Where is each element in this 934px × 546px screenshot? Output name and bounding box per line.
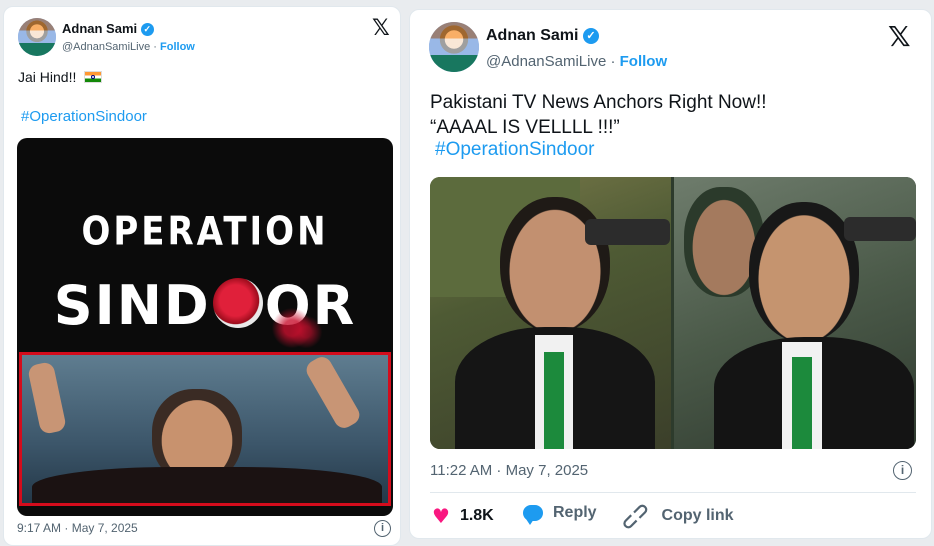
like-count: 1.8K	[459, 507, 494, 524]
author-handle[interactable]: @AdnanSamiLive	[486, 53, 606, 70]
sindoor-bowl-icon	[212, 278, 263, 328]
singer-photo	[19, 352, 391, 506]
hashtag-link[interactable]: #OperationSindoor	[435, 139, 595, 161]
poster-title-line1: OPERATION	[81, 209, 329, 255]
author-handle-row: @AdnanSamiLive · Follow	[62, 41, 195, 53]
tweet-card-2: Adnan Sami ✓ @AdnanSamiLive · Follow 𝕏 P…	[409, 9, 932, 539]
avatar[interactable]	[429, 22, 479, 72]
reply-button[interactable]: Reply	[523, 504, 597, 525]
tweet-text: Pakistani TV News Anchors Right Now!! “A…	[430, 92, 767, 138]
copy-link-button[interactable]: ⊂⊃ Copy link	[614, 496, 734, 537]
info-icon[interactable]: i	[893, 461, 912, 480]
tweet-image[interactable]	[430, 177, 916, 449]
verified-badge-icon: ✓	[582, 27, 599, 44]
x-logo-icon[interactable]: 𝕏	[372, 16, 390, 41]
copy-link-label: Copy link	[661, 507, 734, 524]
like-button[interactable]: ♥ 1.8K	[432, 504, 494, 528]
x-logo-icon[interactable]: 𝕏	[888, 20, 911, 53]
avatar[interactable]	[18, 18, 56, 56]
tweet-timestamp[interactable]: 9:17 AM · May 7, 2025	[17, 521, 138, 535]
info-icon[interactable]: i	[374, 520, 391, 537]
author-name[interactable]: Adnan Sami ✓	[486, 27, 599, 45]
reply-icon	[523, 505, 543, 525]
link-icon: ⊂⊃	[614, 495, 656, 537]
verified-badge-icon: ✓	[140, 23, 154, 37]
heart-icon: ♥	[432, 504, 450, 528]
image-panel-left	[430, 177, 671, 449]
follow-button[interactable]: Follow	[620, 53, 668, 70]
indian-flag-icon	[84, 71, 103, 83]
poster-title-line2: SIND OR	[53, 274, 357, 337]
sindoor-splatter	[257, 308, 327, 348]
reply-label: Reply	[553, 504, 597, 521]
author-handle-row: @AdnanSamiLive · Follow	[486, 53, 668, 70]
author-name[interactable]: Adnan Sami ✓	[62, 21, 154, 37]
tweet-timestamp[interactable]: 11:22 AM · May 7, 2025	[430, 462, 588, 479]
image-panel-right	[674, 177, 916, 449]
author-handle[interactable]: @AdnanSamiLive	[62, 41, 150, 53]
tweet-text: Jai Hind!!	[18, 69, 103, 85]
hashtag-link[interactable]: #OperationSindoor	[21, 108, 147, 125]
tweet-image[interactable]: OPERATION SIND OR	[17, 138, 393, 516]
divider	[430, 492, 916, 493]
follow-button[interactable]: Follow	[160, 41, 195, 53]
tweet-card-1: Adnan Sami ✓ @AdnanSamiLive · Follow 𝕏 J…	[3, 6, 401, 546]
